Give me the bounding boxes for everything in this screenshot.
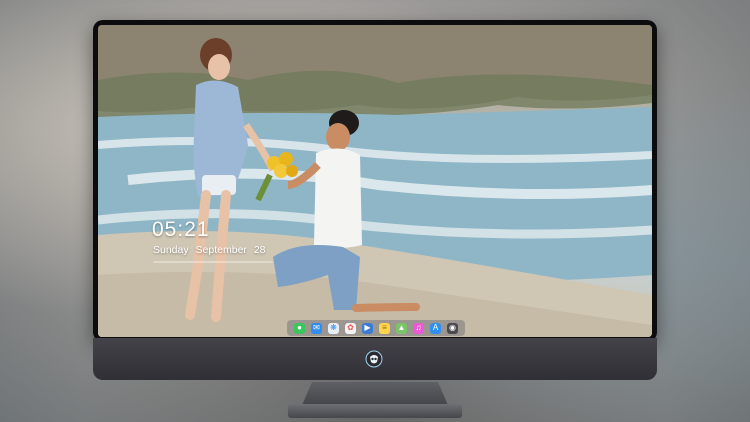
camera-icon[interactable]: ◉: [447, 322, 458, 334]
lock-screen-date: Sunday September 28: [153, 244, 270, 256]
monitor: 05:21 Sunday September 28 ● ✉ ❋ ✿ ▶ ≡ ▲ …: [93, 20, 657, 382]
monitor-stand-base: [288, 404, 462, 418]
date-day: Sunday: [153, 244, 189, 256]
messages-icon[interactable]: ●: [294, 322, 305, 334]
dock: ● ✉ ❋ ✿ ▶ ≡ ▲ ♫ A ◉: [287, 320, 465, 336]
mail-icon[interactable]: ✉: [311, 322, 322, 334]
brand-logo-icon: [365, 350, 383, 368]
gallery-icon[interactable]: ▲: [396, 322, 407, 334]
lock-screen-subtext-line: [153, 261, 273, 263]
music-icon[interactable]: ♫: [413, 322, 424, 334]
screen-wallpaper: 05:21 Sunday September 28 ● ✉ ❋ ✿ ▶ ≡ ▲ …: [98, 25, 652, 337]
lock-screen-time: 05:21: [152, 218, 210, 241]
app-store-icon[interactable]: A: [430, 322, 441, 334]
date-month: September: [195, 244, 247, 256]
wallpaper-photo: [98, 25, 652, 337]
clapper-icon[interactable]: ▶: [362, 322, 373, 334]
photos-icon[interactable]: ✿: [345, 322, 356, 334]
notes-icon[interactable]: ≡: [379, 322, 390, 334]
date-number: 28: [253, 244, 266, 256]
safari-icon[interactable]: ❋: [328, 322, 339, 334]
